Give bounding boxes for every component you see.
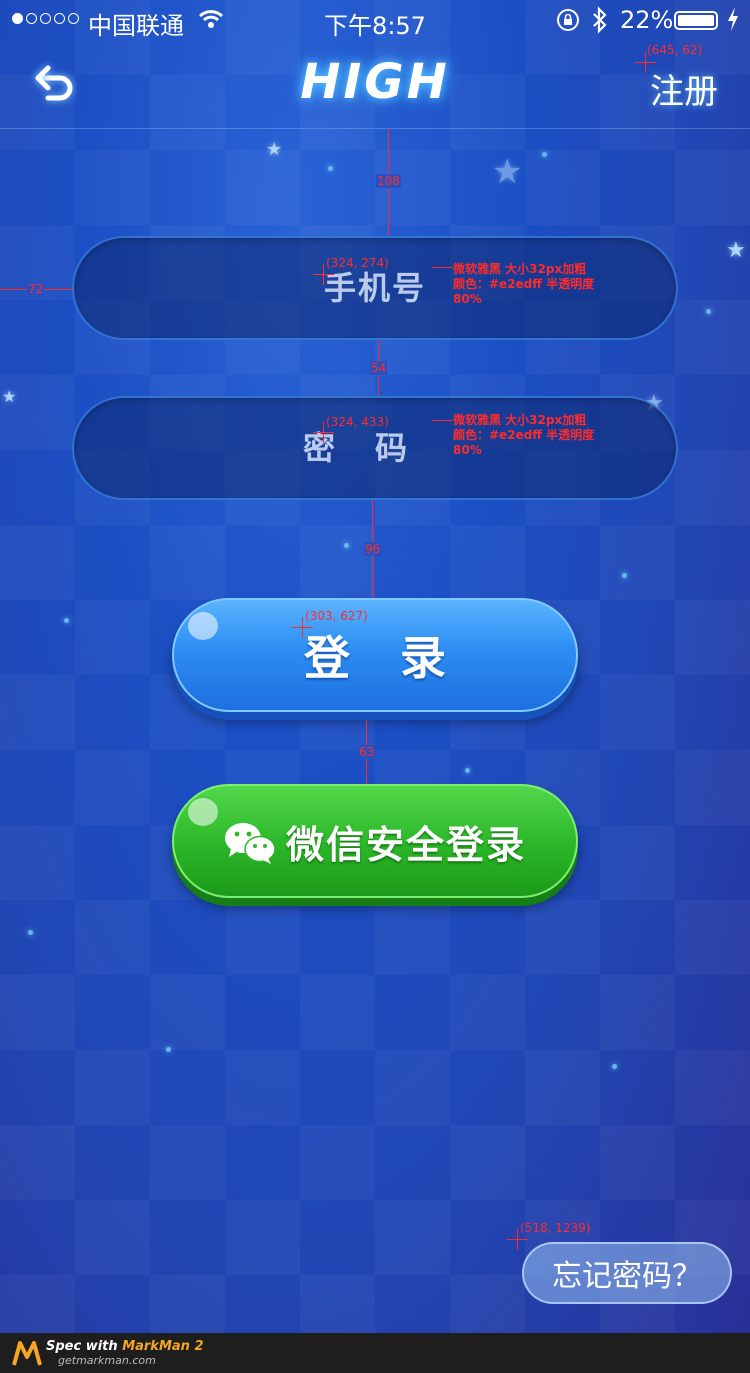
- spec-gap-top: 108: [376, 174, 401, 188]
- charging-bolt-icon: [728, 7, 738, 31]
- sparkle-decoration: [542, 152, 547, 157]
- register-link[interactable]: 注册: [650, 64, 718, 113]
- sparkle-decoration: [622, 573, 627, 578]
- footer-url: getmarkman.com: [58, 1354, 156, 1367]
- sparkle-decoration: [344, 543, 349, 548]
- spec-gap-fields: 54: [370, 361, 388, 375]
- sparkle-decoration: [64, 618, 69, 623]
- wechat-icon: [224, 823, 276, 864]
- wechat-login-label: 微信安全登录: [285, 822, 526, 867]
- spec-left-margin: 72: [27, 282, 45, 296]
- spec-note-password: 微软雅黑 大小32px加粗 颜色：#e2edff 半透明度 80%: [453, 413, 595, 457]
- spec-note-phone: 微软雅黑 大小32px加粗 颜色：#e2edff 半透明度 80%: [453, 262, 595, 306]
- sparkle-decoration: [328, 166, 333, 171]
- sparkle-decoration: [465, 768, 470, 773]
- forgot-password-label: 忘记密码？: [552, 1259, 702, 1294]
- button-gloss: [188, 798, 218, 826]
- star-decoration: ★: [726, 238, 746, 263]
- spec-coord-login: (303, 627): [305, 609, 368, 623]
- sparkle-decoration: [28, 930, 33, 935]
- spec-coord-register: (645, 62): [647, 43, 703, 57]
- status-bar: 中国联通 下午8:57 22%: [0, 0, 750, 40]
- star-decoration: ★: [266, 139, 283, 160]
- star-decoration: ★: [2, 387, 17, 406]
- battery-percent: 22%: [620, 6, 674, 34]
- battery-icon: [674, 11, 718, 30]
- wechat-login-button[interactable]: 微信安全登录: [172, 784, 578, 898]
- forgot-password-button[interactable]: 忘记密码？: [522, 1242, 732, 1304]
- button-gloss: [188, 612, 218, 640]
- spec-gap-wechat: 63: [358, 745, 376, 759]
- sparkle-decoration: [166, 1047, 171, 1052]
- spec-coord-password: (324, 433): [326, 415, 389, 429]
- spec-coord-phone: (324, 274): [326, 256, 389, 270]
- spec-pointer: [432, 267, 452, 268]
- spec-pointer: [432, 420, 452, 421]
- login-button[interactable]: 登录: [172, 598, 578, 712]
- bluetooth-icon: [593, 6, 607, 34]
- markman-footer: Spec with MarkMan 2 getmarkman.com: [0, 1333, 750, 1373]
- spec-coord-forgot: (518, 1239): [520, 1221, 591, 1235]
- sparkle-decoration: [612, 1064, 617, 1069]
- login-button-label: 登录: [304, 631, 496, 685]
- rotation-lock-icon: [557, 9, 579, 31]
- star-decoration: ★: [492, 152, 523, 192]
- footer-brand: Spec with MarkMan 2: [46, 1339, 204, 1354]
- markman-logo-icon: [12, 1341, 42, 1366]
- spec-gap-login: 96: [364, 542, 382, 556]
- sparkle-decoration: [706, 309, 711, 314]
